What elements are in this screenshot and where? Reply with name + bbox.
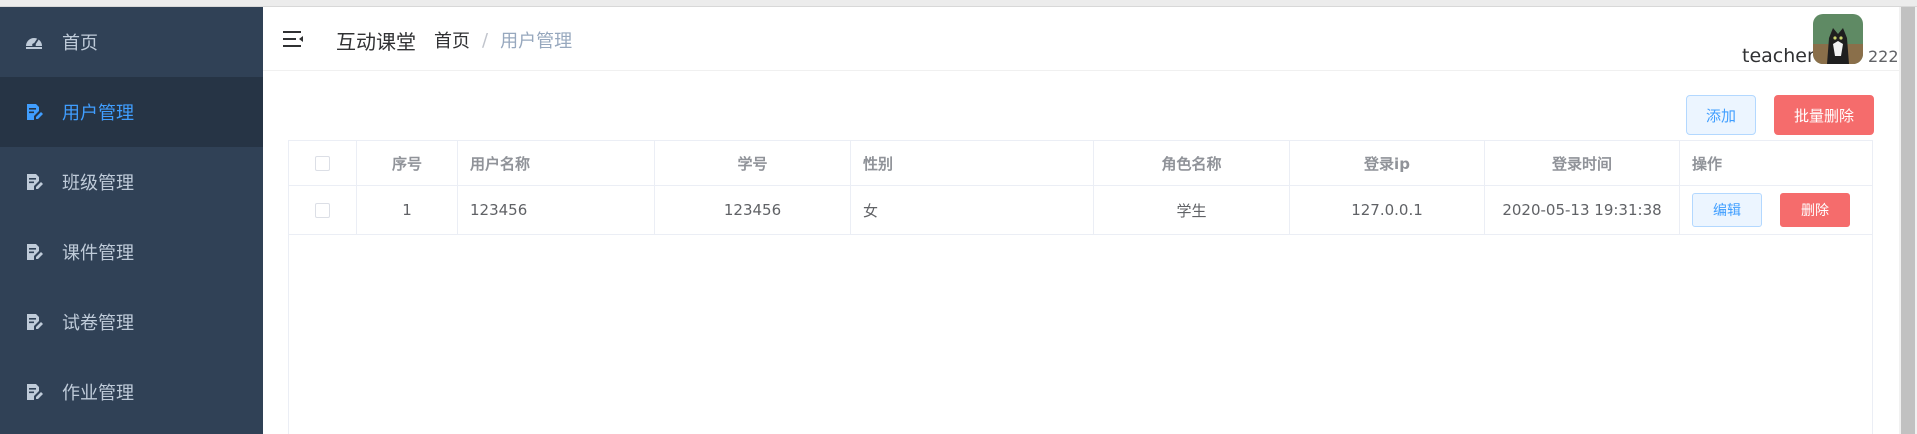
column-header: 用户名称: [458, 141, 655, 185]
row-index: 1: [357, 186, 458, 234]
column-header: 登录ip: [1290, 141, 1485, 185]
table-header-row: 序号 用户名称 学号 性别 角色名称 登录ip 登录时间 操作: [289, 141, 1872, 186]
row-login-time: 2020-05-13 19:31:38: [1485, 186, 1680, 234]
sidebar-item-label: 班级管理: [62, 173, 134, 194]
avatar[interactable]: [1813, 14, 1863, 64]
select-all-checkbox[interactable]: [315, 155, 330, 171]
app-title: 互动课堂: [336, 30, 416, 54]
edit-doc-icon: [24, 242, 44, 262]
sidebar-item-courseware[interactable]: 课件管理: [0, 217, 263, 287]
edit-doc-icon: [24, 172, 44, 192]
sidebar-item-label: 课件管理: [62, 243, 134, 264]
delete-button[interactable]: 删除: [1780, 193, 1850, 227]
sidebar: 首页 用户管理 班级管理 课件管理 试卷管理 作业管理: [0, 7, 263, 434]
edit-doc-icon: [24, 382, 44, 402]
row-role: 学生: [1094, 186, 1290, 234]
breadcrumb-home-link[interactable]: 首页: [434, 27, 470, 53]
edit-doc-icon: [24, 102, 44, 122]
batch-delete-button[interactable]: 批量删除: [1774, 95, 1874, 135]
breadcrumb: 首页 / 用户管理: [434, 27, 572, 53]
row-checkbox[interactable]: [315, 202, 330, 218]
row-gender: 女: [851, 186, 1094, 234]
sidebar-item-label: 首页: [62, 33, 98, 54]
edit-button[interactable]: 编辑: [1692, 193, 1762, 227]
edit-doc-icon: [24, 312, 44, 332]
column-header: 性别: [851, 141, 1094, 185]
dashboard-icon: [24, 32, 44, 52]
sidebar-item-users[interactable]: 用户管理: [0, 77, 263, 147]
user-number: 222: [1868, 47, 1899, 66]
column-header: 序号: [357, 141, 458, 185]
row-select-cell: [289, 186, 357, 234]
add-button[interactable]: 添加: [1686, 95, 1756, 135]
row-student-id: 123456: [655, 186, 851, 234]
column-header: 登录时间: [1485, 141, 1680, 185]
row-username: 123456: [458, 186, 655, 234]
select-all-cell: [289, 141, 357, 185]
column-header: 操作: [1692, 154, 1723, 173]
navbar: 互动课堂 首页 / 用户管理 teacher 222: [263, 7, 1917, 71]
table-row: 1 123456 123456 女 学生 127.0.0.1 2020-05-1…: [289, 186, 1872, 235]
column-header: 学号: [655, 141, 851, 185]
breadcrumb-separator: /: [482, 29, 489, 51]
scrollbar-thumb[interactable]: [1901, 7, 1915, 434]
users-table: 序号 用户名称 学号 性别 角色名称 登录ip 登录时间 操作 1 123456…: [288, 140, 1873, 434]
breadcrumb-current: 用户管理: [500, 31, 573, 52]
window-top-strip: [0, 0, 1917, 7]
vertical-scrollbar[interactable]: [1899, 7, 1917, 434]
sidebar-item-label: 试卷管理: [62, 313, 134, 334]
hamburger-icon[interactable]: [282, 28, 304, 50]
sidebar-item-exams[interactable]: 试卷管理: [0, 287, 263, 357]
sidebar-item-label: 用户管理: [62, 103, 134, 124]
username: teacher: [1742, 45, 1815, 67]
sidebar-item-label: 作业管理: [62, 383, 134, 404]
user-menu[interactable]: teacher 222: [1699, 7, 1917, 71]
row-login-ip: 127.0.0.1: [1290, 186, 1485, 234]
sidebar-item-home[interactable]: 首页: [0, 7, 263, 77]
row-actions: 编辑 删除: [1680, 186, 1872, 234]
column-header: 角色名称: [1094, 141, 1290, 185]
sidebar-item-homework[interactable]: 作业管理: [0, 357, 263, 427]
sidebar-item-classes[interactable]: 班级管理: [0, 147, 263, 217]
